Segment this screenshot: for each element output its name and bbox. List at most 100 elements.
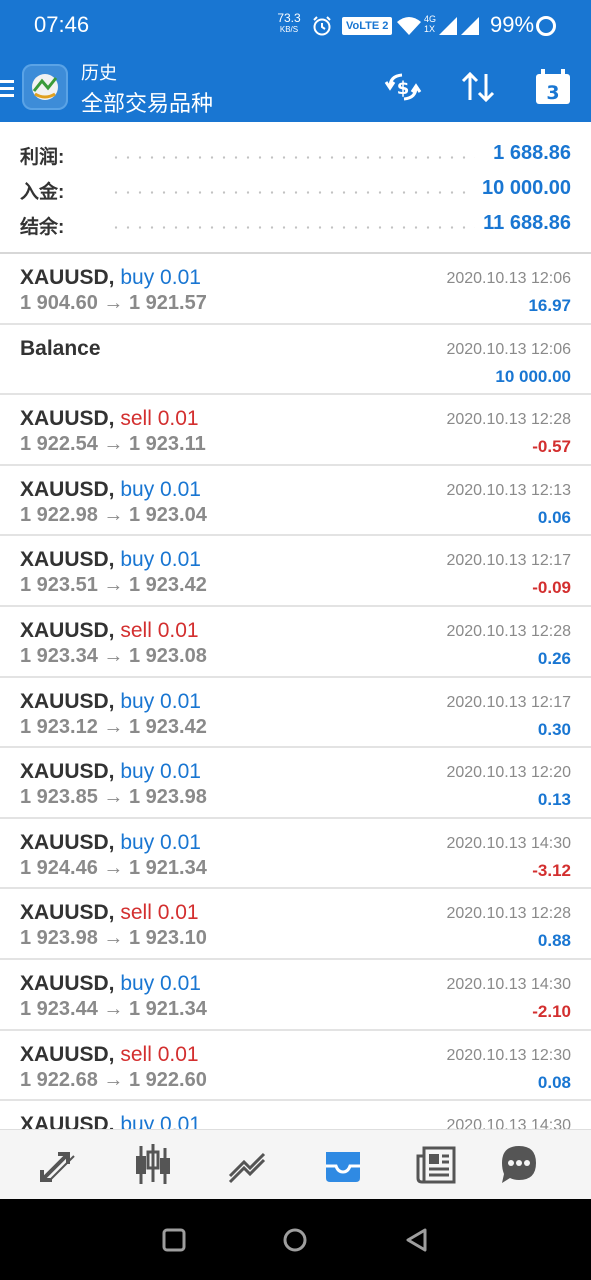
volte-badge: VoLTE 2 [342,17,393,35]
history-inbox-icon[interactable] [318,1140,368,1190]
summary-balance-value: 11 688.86 [475,212,571,235]
deal-symbol: XAUUSD, buy 0.01 [20,690,201,714]
battery-icon [536,16,556,36]
status-time: 07:46 [34,12,90,37]
calendar-icon[interactable]: 3 [532,66,574,108]
deal-row[interactable]: XAUUSD, buy 0.01 1 904.60 → 1 921.57 2020.… [0,254,591,325]
deal-prices: 1 923.12 → 1 923.42 [20,715,207,738]
signal-icon-2 [461,17,479,35]
deal-row[interactable]: XAUUSD, sell 0.01 1 923.34 → 1 923.08 2020… [0,607,591,678]
back-icon[interactable] [401,1225,431,1255]
deal-prices: 1 922.68 → 1 922.60 [20,1068,207,1091]
deal-profit: -0.57 [532,437,571,457]
deal-side: buy 0.01 [120,830,201,854]
deal-time: 2020.10.13 12:06 [446,270,571,287]
svg-text:$: $ [397,78,410,99]
net-speed: 73.3 KB/S [274,12,304,36]
app-logo [22,64,68,110]
deal-time: 2020.10.13 14:30 [446,834,571,852]
recents-icon[interactable] [159,1225,189,1255]
deal-symbol-name: XAUUSD, [20,407,115,431]
page-title: 历史 [81,63,117,83]
battery-percent: 99% [490,12,535,37]
deal-profit: 0.13 [537,790,571,810]
menu-icon[interactable] [0,78,14,98]
deal-symbol: XAUUSD, buy 0.01 [20,548,201,572]
home-icon[interactable] [280,1225,310,1255]
deal-symbol-name: XAUUSD, [20,618,115,642]
deal-row[interactable]: XAUUSD, sell 0.01 1 922.68 → 1 922.60 2020… [0,1031,591,1102]
deal-symbol: Balance [20,337,101,361]
deal-row[interactable]: XAUUSD, buy 0.01 1 923.44 → 1 921.34 2020.… [0,960,591,1031]
deal-row[interactable]: XAUUSD, buy 0.01 1 923.51 → 1 923.42 2020.… [0,536,591,607]
leader-dots [110,191,475,194]
deal-row[interactable]: Balance 2020.10.13 12:06 10 000.00 [0,325,591,396]
quotes-arrows-icon[interactable] [34,1140,84,1190]
chat-icon[interactable] [494,1140,544,1190]
app-bar: 历史 全部交易品种 $ 3 [0,50,591,122]
deal-symbol: XAUUSD, buy 0.01 [20,831,201,855]
deal-side: sell 0.01 [120,407,199,431]
summary-balance-label: 结余: [20,217,65,238]
summary-balance-row: 结余: 11 688.86 [20,208,571,238]
deal-profit: -3.12 [532,860,571,880]
top-bar: 07:46 73.3 KB/S VoLTE 2 4G 1X 99% 历史 全部交… [0,0,591,122]
deal-symbol: XAUUSD, buy 0.01 [20,266,201,290]
sort-icon[interactable] [457,66,499,108]
deal-row[interactable]: XAUUSD, sell 0.01 1 922.54 → 1 923.11 2020… [0,395,591,466]
symbol-filter[interactable]: 全部交易品种 [81,86,213,118]
deal-profit: 16.97 [528,296,571,315]
deal-symbol-name: XAUUSD, [20,760,115,784]
candlestick-chart-icon[interactable] [128,1140,178,1190]
deal-prices: 1 923.44 → 1 921.34 [20,997,207,1020]
deal-symbol: XAUUSD, sell 0.01 [20,1043,199,1067]
wifi-icon [397,17,421,35]
deal-side: sell 0.01 [120,1042,199,1066]
deal-row[interactable]: XAUUSD, buy 0.01 1 923.85 → 1 923.98 2020.… [0,748,591,819]
deal-symbol: XAUUSD, buy 0.01 [20,760,201,784]
deal-profit: -2.10 [532,1001,571,1021]
bottom-navigation [0,1129,591,1199]
deal-profit: 0.06 [537,507,571,527]
deal-time: 2020.10.13 12:06 [446,340,571,358]
trade-line-icon[interactable] [222,1140,272,1190]
deal-row[interactable]: XAUUSD, buy 0.01 1 923.12 → 1 923.42 2020.… [0,678,591,749]
deal-time: 2020.10.13 12:30 [446,1046,571,1064]
deal-side: buy 0.01 [120,548,201,572]
deal-side: buy 0.01 [120,689,201,713]
deal-row[interactable]: XAUUSD, buy 0.01 1 924.46 → 1 921.34 2020.… [0,819,591,890]
deal-list: XAUUSD, buy 0.01 1 904.60 → 1 921.57 2020.… [0,254,591,1172]
currency-exchange-icon[interactable]: $ [382,66,424,108]
deal-time: 2020.10.13 12:28 [446,905,571,923]
news-icon[interactable] [412,1140,462,1190]
deal-profit: 0.30 [537,719,571,739]
deal-prices: 1 904.60 → 1 921.57 [20,292,207,314]
deal-symbol: XAUUSD, sell 0.01 [20,619,199,643]
deal-time: 2020.10.13 12:17 [446,552,571,570]
deal-time: 2020.10.13 12:17 [446,693,571,711]
summary-deposit-value: 10 000.00 [474,177,571,200]
deal-symbol: XAUUSD, sell 0.01 [20,407,199,431]
deal-symbol-name: XAUUSD, [20,266,115,289]
deal-profit: -0.09 [532,578,571,598]
deal-time: 2020.10.13 12:28 [446,411,571,429]
deal-profit: 10 000.00 [495,366,571,386]
deal-symbol-name: XAUUSD, [20,971,115,995]
deal-side: buy 0.01 [120,971,201,995]
signal-icon-1 [439,17,457,35]
system-navigation-bar [0,1199,591,1280]
deal-time: 2020.10.13 12:13 [446,481,571,499]
deal-row[interactable]: XAUUSD, buy 0.01 1 922.98 → 1 923.04 2020.… [0,466,591,537]
logo-emblem-icon [32,74,58,100]
deal-symbol-name: Balance [20,336,101,360]
deal-prices: 1 922.54 → 1 923.11 [20,433,206,456]
deal-symbol: XAUUSD, buy 0.01 [20,478,201,502]
deal-time: 2020.10.13 14:30 [446,975,571,993]
deal-symbol-name: XAUUSD, [20,1042,115,1066]
calendar-day: 3 [546,82,559,104]
summary-profit-row: 利润: 1 688.86 [20,138,571,168]
deal-symbol-name: XAUUSD, [20,901,115,925]
leader-dots [110,226,475,229]
summary-deposit-row: 入金: 10 000.00 [20,173,571,203]
deal-row[interactable]: XAUUSD, sell 0.01 1 923.98 → 1 923.10 2020… [0,889,591,960]
